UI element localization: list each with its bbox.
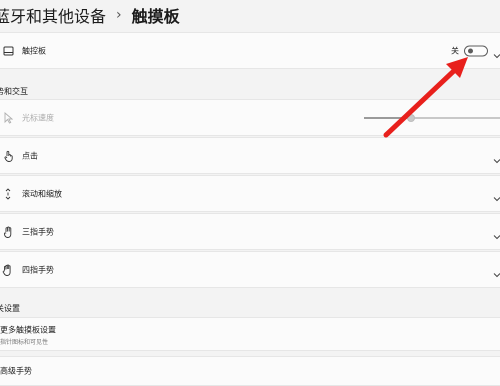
breadcrumb-parent[interactable]: 蓝牙和其他设备 <box>0 3 106 27</box>
breadcrumb-current: 触摸板 <box>131 7 180 26</box>
breadcrumb-separator: › <box>116 7 122 23</box>
more-touchpad-settings-title: 更多触摸板设置 <box>0 325 56 335</box>
four-finger-row[interactable]: 四指手势 <box>0 251 500 288</box>
chevron-down-icon[interactable] <box>492 189 500 201</box>
chevron-down-icon[interactable] <box>492 227 500 239</box>
three-finger-row[interactable]: 三指手势 <box>0 213 500 250</box>
touchpad-toggle-switch[interactable] <box>464 45 488 56</box>
scroll-zoom-label: 滚动和缩放 <box>22 189 62 198</box>
cursor-speed-fill <box>364 116 411 119</box>
touchpad-icon <box>2 45 14 57</box>
four-finger-hand-icon <box>2 263 14 276</box>
more-touchpad-settings-subtitle: 指针图标和可见性 <box>0 339 49 346</box>
three-finger-label: 三指手势 <box>22 227 54 236</box>
cursor-speed-label: 光标速度 <box>22 113 54 122</box>
related-settings-heading: 关设置 <box>0 304 20 313</box>
touchpad-label: 触控板 <box>22 46 46 55</box>
tap-row[interactable]: 点击 <box>0 137 500 174</box>
three-finger-hand-icon <box>2 226 14 238</box>
tap-hand-icon <box>2 150 14 162</box>
touchpad-toggle-card[interactable]: 触控板 关 <box>0 32 500 69</box>
page-title: 蓝牙和其他设备 › 触摸板 <box>0 2 180 28</box>
chevron-down-icon[interactable] <box>492 151 500 163</box>
toggle-state-text: 关 <box>451 46 459 55</box>
scroll-zoom-row[interactable]: 滚动和缩放 <box>0 175 500 212</box>
more-touchpad-settings-row[interactable]: 更多触摸板设置 指针图标和可见性 <box>0 317 500 351</box>
toggle-knob <box>468 48 473 53</box>
scroll-icon <box>2 187 14 200</box>
cursor-speed-row: 光标速度 <box>0 99 500 136</box>
cursor-icon <box>2 111 14 124</box>
tap-label: 点击 <box>22 151 38 160</box>
four-finger-label: 四指手势 <box>22 265 54 274</box>
chevron-down-icon[interactable] <box>492 265 500 277</box>
gestures-section-heading: 势和交互 <box>0 87 28 96</box>
advanced-gestures-row[interactable]: 高级手势 <box>0 356 500 386</box>
chevron-down-icon[interactable] <box>492 46 500 58</box>
cursor-speed-slider[interactable] <box>407 113 415 122</box>
